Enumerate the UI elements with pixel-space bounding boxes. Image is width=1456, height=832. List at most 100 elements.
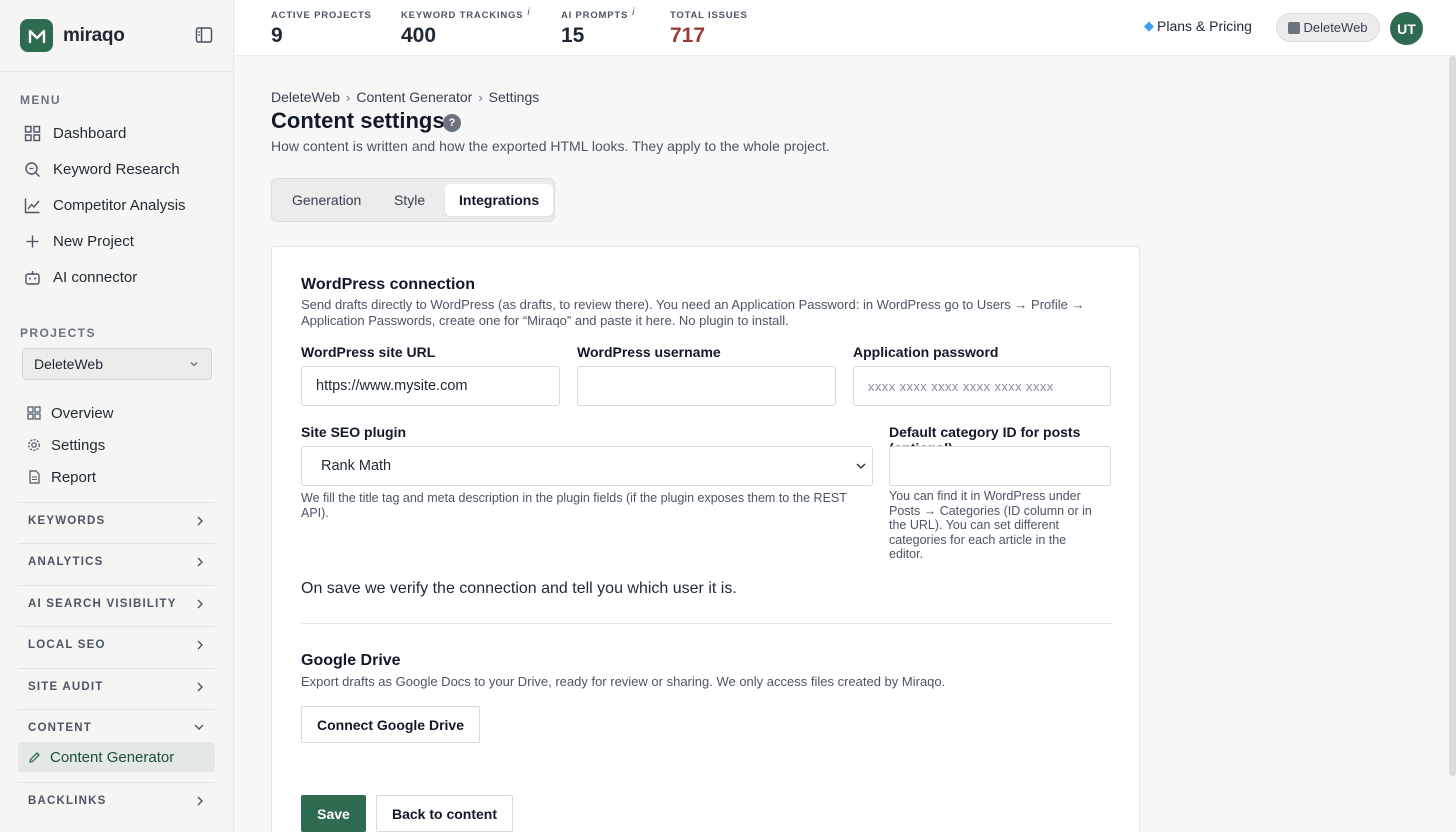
menu-section-title: MENU [20,93,61,107]
integrations-card: WordPress connection Send drafts directl… [271,246,1140,832]
sidebar-group-site-audit[interactable]: SITE AUDIT [18,668,215,704]
grid-icon [24,125,41,141]
project-select-value: DeleteWeb [34,356,104,372]
breadcrumb-item[interactable]: DeleteWeb [271,89,340,105]
sidebar-item-new-project[interactable]: New Project [0,223,234,259]
project-select[interactable]: DeleteWeb [22,348,212,380]
sidebar-item-competitor-analysis[interactable]: Competitor Analysis [0,187,234,223]
plus-icon [26,235,39,247]
chevron-right-icon [197,640,203,650]
workspace-name: DeleteWeb [1303,20,1368,35]
breadcrumb-item-current: Settings [488,89,540,105]
username-input[interactable] [577,366,836,406]
chevron-right-icon: › [478,89,483,105]
brand-name: miraqo [63,24,125,46]
project-item-settings[interactable]: Settings [0,429,234,461]
info-icon[interactable]: i [632,7,635,18]
diamond-icon: ◆ [1144,18,1154,33]
stat-active-projects: ACTIVE PROJECTS 9 [271,10,372,48]
site-url-label: WordPress site URL [301,344,436,360]
sidebar-item-label: Keyword Research [53,160,180,178]
category-note: You can find it in WordPress under Posts… [889,489,1092,561]
chevron-right-icon [197,516,203,526]
project-item-report[interactable]: Report [0,461,234,493]
logo-icon[interactable] [20,19,53,52]
seo-plugin-select[interactable]: Rank Math [301,446,873,486]
plans-pricing-link[interactable]: ◆ Plans & Pricing [1144,18,1252,34]
stat-keyword-trackings: KEYWORD TRACKINGS i 400 [401,7,530,48]
sidebar-item-dashboard[interactable]: Dashboard [0,115,234,151]
chevron-right-icon [197,599,203,609]
sidebar-item-content-generator[interactable]: Content Generator [18,742,215,772]
seo-plugin-value: Rank Math [321,458,392,474]
sidebar-group-label: CONTENT [28,721,92,734]
stat-label: ACTIVE PROJECTS [271,10,372,21]
sidebar-item-label: Content Generator [50,748,175,766]
grid-icon [27,406,41,420]
stat-label: AI PROMPTS [561,10,629,21]
seo-plugin-note: We fill the title tag and meta descripti… [301,491,847,520]
page-scrollbar[interactable] [1449,56,1456,776]
site-url-input[interactable]: https://www.mysite.com [301,366,560,406]
stat-total-issues[interactable]: TOTAL ISSUES 717 [670,10,748,48]
sidebar-group-local-seo[interactable]: LOCAL SEO [18,626,215,662]
help-icon[interactable]: ? [443,114,461,132]
sidebar-item-label: New Project [53,232,134,250]
robot-icon [25,270,40,285]
tab-integrations[interactable]: Integrations [445,184,554,216]
sidebar-group-content[interactable]: CONTENT [18,709,215,745]
search-icon [25,161,40,177]
connect-google-drive-button[interactable]: Connect Google Drive [301,706,480,743]
sidebar-toggle-icon[interactable] [195,26,215,46]
sidebar-group-backlinks[interactable]: BACKLINKS [18,782,215,818]
stat-value: 9 [271,24,283,47]
category-input[interactable] [889,446,1111,486]
project-item-overview[interactable]: Overview [0,397,234,429]
gdrive-description: Export drafts as Google Docs to your Dri… [301,674,946,689]
wordpress-description: Send drafts directly to WordPress (as dr… [301,297,1085,328]
chevron-right-icon [197,682,203,692]
info-icon[interactable]: i [527,7,530,18]
page-description: How content is written and how the expor… [271,138,830,154]
gear-icon [28,439,40,451]
username-label: WordPress username [577,344,721,360]
sidebar-item-keyword-research[interactable]: Keyword Research [0,151,234,187]
chevron-down-icon [190,362,198,367]
sidebar: miraqo MENU Dashboard Keyword Research C… [0,0,234,832]
page-title: Content settings [271,108,445,133]
top-bar: ACTIVE PROJECTS 9 KEYWORD TRACKINGS i 400… [234,0,1456,56]
project-item-label: Report [51,468,97,486]
tab-style[interactable]: Style [380,184,439,216]
stat-ai-prompts: AI PROMPTS i 15 [561,7,635,48]
save-button[interactable]: Save [301,795,366,832]
password-label: Application password [853,344,999,360]
sidebar-group-analytics[interactable]: ANALYTICS [18,543,215,579]
sidebar-group-label: SITE AUDIT [28,680,104,693]
breadcrumb: DeleteWeb › Content Generator › Settings [271,89,539,105]
avatar[interactable]: UT [1390,12,1423,45]
chevron-down-icon [194,724,204,730]
brand: miraqo [0,0,233,72]
sidebar-group-ai-search-visibility[interactable]: AI SEARCH VISIBILITY [18,585,215,621]
verify-note: On save we verify the connection and tel… [301,580,737,597]
sidebar-group-label: LOCAL SEO [28,638,106,651]
project-item-label: Settings [51,436,106,454]
breadcrumb-item[interactable]: Content Generator [356,89,472,105]
back-to-content-button[interactable]: Back to content [376,795,513,832]
stat-label: KEYWORD TRACKINGS [401,10,524,21]
sidebar-group-keywords[interactable]: KEYWORDS [18,502,215,538]
password-input[interactable]: xxxx xxxx xxxx xxxx xxxx xxxx [853,366,1111,406]
stat-value: 400 [401,24,437,47]
sidebar-group-label: AI SEARCH VISIBILITY [28,597,177,610]
chart-line-icon [24,198,40,213]
document-icon [29,470,40,484]
tab-generation[interactable]: Generation [278,184,375,216]
workspace-switcher[interactable]: DeleteWeb [1276,13,1380,42]
sidebar-group-label: KEYWORDS [28,514,106,527]
project-item-label: Overview [51,404,114,422]
sidebar-item-ai-connector[interactable]: AI connector [0,259,234,295]
sidebar-item-label: AI connector [53,268,138,286]
chevron-right-icon [197,796,203,806]
sidebar-group-label: BACKLINKS [28,794,107,807]
chevron-right-icon: › [346,89,351,105]
